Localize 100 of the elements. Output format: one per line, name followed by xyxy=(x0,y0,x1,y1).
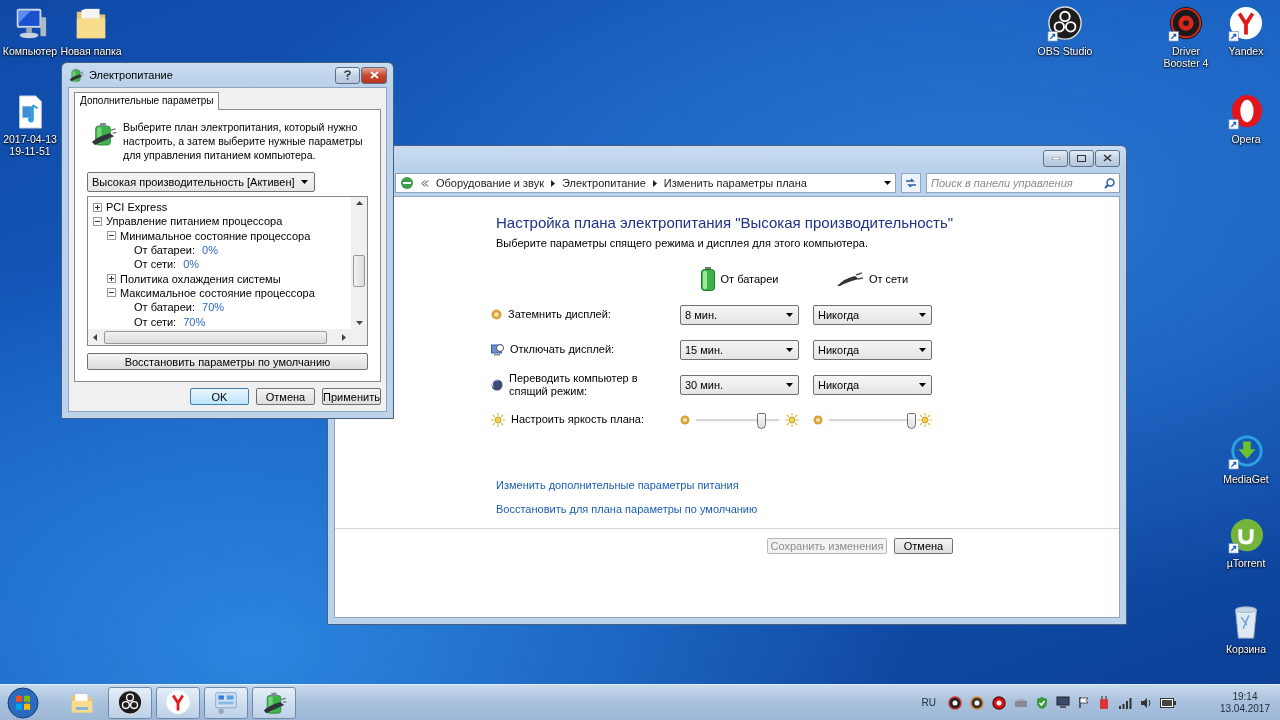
restore-defaults-button[interactable]: Восстановить параметры по умолчанию xyxy=(87,353,368,370)
column-header: От батареи xyxy=(720,273,779,285)
scroll-left-icon xyxy=(93,333,97,341)
obs-icon xyxy=(1047,6,1083,42)
scroll-right-icon xyxy=(342,333,346,341)
taskbar-button[interactable] xyxy=(252,686,296,719)
address-bar[interactable]: Оборудование и звук Электропитание Изменить параметры плана xyxy=(395,173,896,193)
desktop-shortcut[interactable]: µTorrent xyxy=(1215,518,1277,569)
desktop-shortcut[interactable]: Компьютер xyxy=(0,6,61,57)
collapse-icon[interactable] xyxy=(93,216,102,226)
start-button[interactable] xyxy=(4,685,42,720)
language-indicator[interactable]: RU xyxy=(921,697,936,708)
tree-item[interactable]: Максимальное состояние процессора xyxy=(120,286,315,299)
yandex-icon xyxy=(1228,6,1264,42)
caret-icon xyxy=(919,347,926,352)
minimize-button[interactable] xyxy=(1043,149,1068,167)
record-icon[interactable] xyxy=(947,695,962,710)
clock[interactable]: 19:14 13.04.2017 xyxy=(1219,690,1270,715)
tree-item[interactable]: Минимальное состояние процессора xyxy=(120,229,311,242)
scrollbar-thumb[interactable] xyxy=(104,331,327,344)
double-chevron-icon xyxy=(421,179,429,187)
tree-item[interactable]: Политика охлаждения системы xyxy=(120,272,281,285)
dropdown[interactable]: 30 мин. xyxy=(680,374,799,395)
signal-bars-icon[interactable] xyxy=(1117,696,1132,709)
slider-thumb[interactable] xyxy=(907,412,916,429)
expand-icon[interactable] xyxy=(107,274,116,284)
collapse-icon[interactable] xyxy=(107,231,116,241)
start-orb-icon xyxy=(7,686,39,719)
link[interactable]: Восстановить для плана параметры по умолчанию xyxy=(496,503,1119,515)
expand-icon[interactable] xyxy=(93,202,102,212)
caret-icon xyxy=(786,312,793,317)
caret-icon xyxy=(786,382,793,387)
apply-button[interactable]: Применить xyxy=(322,388,381,405)
close-icon xyxy=(1103,154,1112,162)
desktop-shortcut[interactable]: Yandex xyxy=(1215,6,1277,57)
desktop-shortcut[interactable]: 2017-04-13 19-11-51 xyxy=(0,94,61,157)
speaker-icon[interactable] xyxy=(1139,696,1152,709)
scrollbar-thumb[interactable] xyxy=(353,255,365,287)
power-plug-icon[interactable] xyxy=(1097,695,1110,710)
search-icon xyxy=(1104,177,1115,189)
tree-item[interactable]: От батареи: xyxy=(134,244,196,257)
horizontal-scrollbar[interactable] xyxy=(88,329,351,345)
tree-item[interactable]: PCI Express xyxy=(106,201,168,214)
battery-icon[interactable] xyxy=(1159,697,1176,708)
shield-check-icon[interactable] xyxy=(1035,695,1048,710)
dropdown[interactable]: Никогда xyxy=(813,374,932,395)
tree-item[interactable]: От сети: xyxy=(134,315,177,328)
record-icon[interactable] xyxy=(991,695,1006,710)
breadcrumb-item[interactable]: Электропитание xyxy=(562,177,646,189)
ok-button[interactable]: OK xyxy=(190,388,249,405)
setting-value[interactable]: 70% xyxy=(183,315,206,328)
chevron-right-icon xyxy=(551,179,556,187)
dropdown[interactable]: Никогда xyxy=(813,304,932,325)
tree-item[interactable]: От сети: xyxy=(134,258,177,271)
brightness-slider[interactable] xyxy=(696,412,779,427)
obs-icon xyxy=(117,689,143,716)
tree-item[interactable]: Управление питанием процессора xyxy=(106,215,283,228)
tab[interactable]: Дополнительные параметры xyxy=(74,92,220,110)
desktop-shortcut[interactable]: Новая папка xyxy=(60,6,122,57)
refresh-button[interactable] xyxy=(901,173,921,193)
plan-dropdown[interactable]: Высокая производительность [Активен] xyxy=(87,172,315,192)
dropdown[interactable]: 15 мин. xyxy=(680,339,799,360)
setting-label: Настроить яркость плана: xyxy=(511,413,645,426)
taskbar-button[interactable] xyxy=(108,686,152,719)
desktop-shortcut[interactable]: Opera xyxy=(1215,94,1277,145)
desktop-shortcut[interactable]: MediaGet xyxy=(1215,434,1277,485)
setting-value[interactable]: 70% xyxy=(202,301,225,314)
round-app-icon[interactable] xyxy=(969,695,984,710)
dropdown[interactable]: Никогда xyxy=(813,339,932,360)
cancel-button[interactable]: Отмена xyxy=(894,538,953,554)
desktop-shortcut[interactable]: Корзина xyxy=(1215,604,1277,655)
utorrent-icon xyxy=(1228,518,1264,554)
breadcrumb-item[interactable]: Оборудование и звук xyxy=(436,177,545,189)
close-button[interactable] xyxy=(1095,149,1120,167)
cancel-button[interactable]: Отмена xyxy=(256,388,315,405)
vertical-scrollbar[interactable] xyxy=(351,197,367,329)
maximize-button[interactable] xyxy=(1069,149,1094,167)
sun-icon xyxy=(918,412,932,427)
monitor-icon[interactable] xyxy=(1055,696,1070,709)
sun-icon xyxy=(491,412,505,427)
setting-value[interactable]: 0% xyxy=(202,244,218,257)
search-field[interactable]: Поиск в панели управления xyxy=(926,173,1120,193)
maximize-icon xyxy=(1077,154,1086,162)
column-header: От сети xyxy=(868,273,909,285)
close-button[interactable] xyxy=(361,66,387,84)
slider-thumb[interactable] xyxy=(757,412,767,429)
breadcrumb-item[interactable]: Изменить параметры плана xyxy=(663,177,807,189)
desktop-shortcut[interactable]: Driver Booster 4 xyxy=(1155,6,1217,69)
collapse-icon[interactable] xyxy=(107,288,116,298)
plug-icon xyxy=(836,272,863,286)
desktop-shortcut[interactable]: OBS Studio xyxy=(1034,6,1096,57)
refresh-icon xyxy=(905,178,917,188)
dropdown-caret-icon xyxy=(884,181,891,185)
link[interactable]: Изменить дополнительные параметры питания xyxy=(496,479,1119,491)
flag-icon[interactable] xyxy=(1077,696,1090,709)
setting-label: Отключать дисплей: xyxy=(510,343,616,356)
help-button[interactable] xyxy=(335,66,360,84)
tree-item[interactable]: От батареи: xyxy=(134,301,196,314)
dropdown[interactable]: 8 мин. xyxy=(680,304,799,325)
setting-value[interactable]: 0% xyxy=(183,258,200,271)
